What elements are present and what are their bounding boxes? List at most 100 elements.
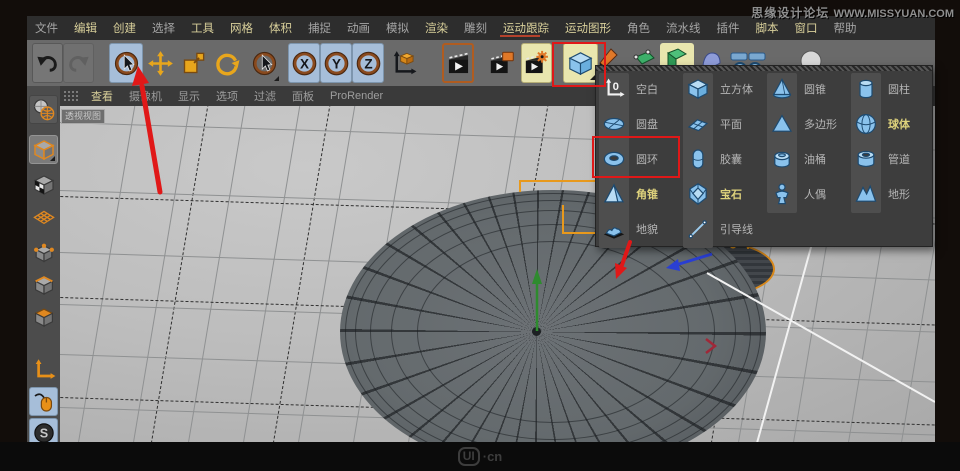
z-axis-lock[interactable]: Z (352, 43, 384, 83)
primitive-item-capsule[interactable]: 胶囊 (680, 141, 764, 176)
primitive-item-sphere[interactable]: 球体 (848, 106, 932, 141)
menu-item-file[interactable]: 文件 (27, 20, 66, 36)
primitive-label: 胶囊 (720, 151, 742, 167)
menu-item-pipeline[interactable]: 流水线 (658, 20, 709, 36)
scale-tool[interactable] (177, 43, 209, 83)
mograph-underline-annotation (500, 35, 540, 37)
primitive-item-cylinder[interactable]: 圆柱 (848, 71, 932, 106)
menu-item-script[interactable]: 脚本 (748, 20, 787, 36)
menu-item-simulate[interactable]: 模拟 (378, 20, 417, 36)
viewport-menu-view[interactable]: 查看 (83, 88, 121, 104)
primitive-item-cone[interactable]: 圆锥 (764, 71, 848, 106)
points-mode-button[interactable] (29, 238, 58, 267)
landscape-icon (599, 217, 629, 241)
render-picture-viewer-button[interactable] (483, 43, 519, 83)
workplane-mode-button[interactable] (29, 203, 58, 232)
primitive-label: 油桶 (804, 151, 826, 167)
selection-tool[interactable] (247, 43, 281, 83)
menu-item-select[interactable]: 选择 (144, 20, 183, 36)
coordinate-system-toggle[interactable] (386, 43, 420, 83)
render-settings-button[interactable] (521, 43, 552, 83)
svg-text:Z: Z (364, 56, 372, 71)
primitive-item-null[interactable]: 0空白 (596, 71, 680, 106)
texture-mode-button[interactable] (29, 170, 58, 199)
viewport-name-label[interactable]: 透视视图 (61, 109, 105, 124)
menu-item-volume[interactable]: 体积 (261, 20, 300, 36)
terrain-icon (851, 182, 881, 206)
menu-item-tools[interactable]: 工具 (183, 20, 222, 36)
move-tool[interactable] (144, 43, 176, 83)
primitive-item-cube[interactable]: 立方体 (680, 71, 764, 106)
cylinder-icon (851, 77, 881, 101)
axis-Z-icon: Z (355, 50, 382, 77)
render-view-icon (445, 50, 472, 77)
viewport-menu-options[interactable]: 选项 (208, 88, 246, 104)
render-view-button[interactable] (442, 43, 474, 83)
menu-item-window[interactable]: 窗口 (787, 20, 826, 36)
primitive-item-figure[interactable]: 人偶 (764, 176, 848, 211)
menu-item-edit[interactable]: 编辑 (66, 20, 105, 36)
y-axis-arrowhead (532, 269, 542, 284)
menu-item-character[interactable]: 角色 (619, 20, 658, 36)
axis-mode-button[interactable] (29, 355, 58, 384)
svg-text:X: X (299, 56, 308, 71)
primitive-item-polygon[interactable]: 多边形 (764, 106, 848, 141)
viewport-menu-panel[interactable]: 面板 (284, 88, 322, 104)
primitive-label: 立方体 (720, 81, 753, 97)
primitive-item-guide[interactable]: 引导线 (680, 211, 764, 246)
viewport-solo-icon (32, 390, 56, 414)
viewport-menu-prorender[interactable]: ProRender (322, 90, 391, 102)
uicn-suffix: ·cn (483, 449, 503, 464)
viewport-menu-filter[interactable]: 过滤 (246, 88, 284, 104)
x-axis-arrowhead[interactable] (706, 339, 715, 353)
viewport-menu-display[interactable]: 显示 (170, 88, 208, 104)
undo-button[interactable] (32, 43, 63, 83)
primitive-item-tube[interactable]: 管道 (848, 141, 932, 176)
oil-tank-icon (767, 147, 797, 171)
capsule-icon (683, 147, 713, 171)
primitives-column-2: 立方体平面胶囊宝石引导线 (680, 71, 764, 246)
viewport-menu-cameras[interactable]: 摄像机 (121, 88, 170, 104)
menu-item-sculpt[interactable]: 雕刻 (456, 20, 495, 36)
make-editable-button[interactable] (29, 95, 58, 124)
primitive-item-terrain[interactable]: 地形 (848, 176, 932, 211)
pyramid-icon (599, 182, 629, 206)
menu-item-mesh[interactable]: 网格 (222, 20, 261, 36)
move-icon (147, 50, 174, 77)
menu-item-plugins[interactable]: 插件 (709, 20, 748, 36)
workplane-icon (32, 206, 56, 230)
primitive-item-landscape-relief[interactable]: 地貌 (596, 211, 680, 246)
menu-item-motion-tracker[interactable]: 运动跟踪 (495, 20, 557, 36)
menu-item-create[interactable]: 创建 (105, 20, 144, 36)
x-axis-lock[interactable]: X (288, 43, 320, 83)
redo-button[interactable] (63, 43, 94, 83)
menu-item-render[interactable]: 渲染 (417, 20, 456, 36)
edges-mode-button[interactable] (29, 270, 58, 299)
primitive-label: 引导线 (720, 221, 753, 237)
menu-item-help[interactable]: 帮助 (826, 20, 865, 36)
primitive-label: 角锥 (636, 186, 658, 202)
primitive-item-pyramid[interactable]: 角锥 (596, 176, 680, 211)
model-mode-button[interactable] (29, 135, 58, 164)
primitive-item-oil-tank[interactable]: 油桶 (764, 141, 848, 176)
primitive-item-gem[interactable]: 宝石 (680, 176, 764, 211)
polygons-mode-button[interactable] (29, 302, 58, 331)
render-picture-viewer-icon (488, 50, 515, 77)
viewport-solo-button[interactable] (29, 387, 58, 416)
z-axis-handle[interactable] (676, 254, 712, 265)
rotate-tool[interactable] (210, 43, 242, 83)
menu-item-mograph[interactable]: 运动图形 (557, 20, 619, 36)
viewport-menu-grip[interactable] (63, 90, 79, 102)
scale-icon (180, 50, 207, 77)
menu-item-animate[interactable]: 动画 (339, 20, 378, 36)
coordinate-system-icon (390, 50, 417, 77)
live-selection-tool[interactable] (109, 43, 143, 83)
annotation-box-primitive-button (552, 42, 606, 87)
y-axis-lock[interactable]: Y (320, 43, 352, 83)
primitive-label: 宝石 (720, 186, 742, 202)
primitive-label: 圆柱 (888, 81, 910, 97)
guide-line (707, 273, 935, 402)
gem-icon (683, 182, 713, 206)
primitive-item-plane[interactable]: 平面 (680, 106, 764, 141)
menu-item-snap[interactable]: 捕捉 (300, 20, 339, 36)
